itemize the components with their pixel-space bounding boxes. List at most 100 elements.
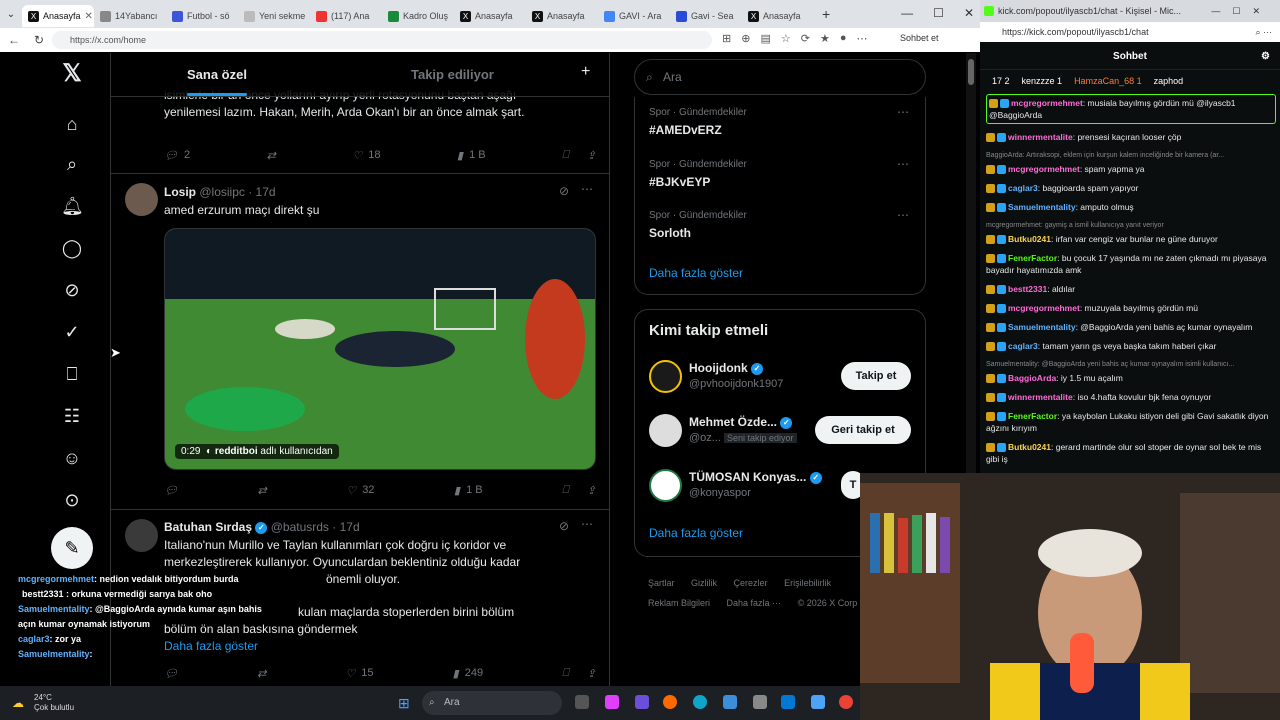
chat-message[interactable]: FenerFactor: ya kaybolan Lukaku istiyon … <box>986 410 1276 434</box>
trend-more-icon[interactable]: ⋯ <box>897 105 909 119</box>
chat-username[interactable]: winnermentalite <box>1008 392 1073 402</box>
tab[interactable]: X Anasayfa <box>454 5 526 27</box>
more-icon[interactable]: ⋯ <box>856 32 867 45</box>
url-field[interactable]: https://x.com/home <box>52 31 712 49</box>
chat-message[interactable]: caglar3: tamam yarın gs veya başka takım… <box>986 340 1276 352</box>
suggested-user-name[interactable]: Mehmet Özde... ✓ <box>689 415 793 429</box>
footer-link[interactable]: Erişilebilirlik <box>784 578 831 588</box>
share-icon[interactable]: ⇪ <box>587 484 596 497</box>
chat-message[interactable]: BaggioArda: iy 1.5 mu açalım <box>986 372 1276 384</box>
notifications-bell-icon[interactable]: 🔔︎ <box>61 195 84 217</box>
search-input[interactable]: ⌕ Ara <box>634 59 926 95</box>
trends-show-more[interactable]: Daha fazla göster <box>649 266 743 280</box>
chat-username[interactable]: mcgregormehmet <box>1008 303 1080 313</box>
trend-more-icon[interactable]: ⋯ <box>897 157 909 171</box>
chat-username[interactable]: caglar3 <box>1008 341 1038 351</box>
chat-username[interactable]: Butku0241 <box>1008 442 1051 452</box>
reply-action[interactable]: 💬︎ <box>164 665 178 681</box>
avatar[interactable] <box>649 469 682 502</box>
gifter-item[interactable]: zaphod <box>1154 76 1184 86</box>
chat-message[interactable]: Butku0241: gerard martinde olur sol stop… <box>986 441 1276 465</box>
add-feed-icon[interactable]: + <box>581 63 590 81</box>
post-video[interactable]: 0:29 ◐ redditboi adlı kullanıcıdan <box>164 228 596 470</box>
reader-icon[interactable]: ▤ <box>760 32 770 45</box>
close-window-icon[interactable]: ✕ <box>964 6 974 20</box>
tab-list-icon[interactable]: ⌄ <box>0 9 22 20</box>
read-aloud-icon[interactable]: ⊞ <box>722 32 731 45</box>
tab[interactable]: X Anasayfa ✕ <box>22 5 94 27</box>
repost-action[interactable]: ⇄ <box>258 482 267 498</box>
more-options-icon[interactable]: ⊙ <box>61 489 83 511</box>
chat-message[interactable]: winnermentalite: prensesi kaçıran looser… <box>986 131 1276 143</box>
weather-icon[interactable]: ☁ <box>12 696 24 710</box>
views-action[interactable]: ▮ 249 <box>453 665 483 681</box>
reply-action[interactable]: 💬︎ <box>164 482 178 498</box>
tab[interactable]: Kadro Oluş <box>382 5 454 27</box>
chat-message[interactable]: FenerFactor: bu çocuk 17 yaşında mı ne z… <box>986 252 1276 276</box>
window-controls[interactable]: —☐✕ <box>1211 0 1272 22</box>
share-icon[interactable]: ⇪ <box>587 667 596 680</box>
chat-reply-context[interactable]: BaggioArda: Artıraksopi, eklem için kurş… <box>986 150 1276 162</box>
repost-action[interactable]: ⇄ <box>257 665 266 681</box>
chat-username[interactable]: mcgregormehmet <box>1011 98 1083 108</box>
chat-message[interactable]: Butku0241: irfan var cengiz var bunlar n… <box>986 233 1276 245</box>
like-action[interactable]: ♡ 18 <box>352 147 380 163</box>
chat-username[interactable]: FenerFactor <box>1008 253 1057 263</box>
grok-icon[interactable]: ⊘ <box>559 519 569 533</box>
views-action[interactable]: ▮ 1 B <box>454 482 483 498</box>
chat-username[interactable]: Butku0241 <box>1008 234 1051 244</box>
footer-link[interactable]: Çerezler <box>734 578 768 588</box>
trend-name[interactable]: #BJKvEYP <box>649 175 710 189</box>
post-author[interactable]: Batuhan Sırdaş ✓ @batusrds · 17d <box>164 520 360 534</box>
chat-message-list[interactable]: mcgregormehmet: musiala bayılmış gördün … <box>986 94 1276 478</box>
trend-name[interactable]: Sorloth <box>649 226 691 240</box>
chat-username[interactable]: Samuelmentality <box>1008 202 1076 212</box>
tab-for-you[interactable]: Sana özel <box>187 67 247 96</box>
app-icon[interactable] <box>723 695 737 709</box>
chat-username[interactable]: FenerFactor <box>1008 411 1057 421</box>
tab[interactable]: X Anasayfa <box>742 5 814 27</box>
chat-username[interactable]: bestt2331 <box>1008 284 1047 294</box>
lists-icon[interactable]: ☷ <box>61 405 83 427</box>
chat-reply-context[interactable]: Samuelmentality: @BaggioArda yeni bahis … <box>986 359 1276 371</box>
share-icon[interactable]: ⇪ <box>587 149 596 162</box>
minimize-icon[interactable]: — <box>901 6 913 20</box>
zoom-icon[interactable]: ⊕ <box>741 32 750 45</box>
profile-icon[interactable]: ● <box>840 32 847 45</box>
tab-following[interactable]: Takip ediliyor <box>411 67 494 82</box>
post-more-icon[interactable]: ⋯ <box>581 517 593 531</box>
avatar[interactable] <box>649 360 682 393</box>
chat-message[interactable]: caglar3: baggioarda spam yapıyor <box>986 182 1276 194</box>
copilot-chat-button[interactable]: Sohbet et <box>900 33 939 43</box>
suggested-user-name[interactable]: TÜMOSAN Konyas... ✓ <box>689 470 822 484</box>
new-tab-icon[interactable]: + <box>822 6 830 22</box>
windows-start-icon[interactable]: ⊞ <box>398 695 410 712</box>
taskbar-search[interactable]: ⌕ Ara <box>422 691 562 715</box>
favorite-star-icon[interactable]: ☆ <box>781 32 791 45</box>
like-action[interactable]: ♡ 32 <box>346 482 374 498</box>
tab[interactable]: X Anasayfa <box>526 5 598 27</box>
post-more-icon[interactable]: ⋯ <box>581 182 593 196</box>
edge-icon[interactable] <box>693 695 707 709</box>
chat-message[interactable]: winnermentalite: iso 4.hafta kovulur bjk… <box>986 391 1276 403</box>
chat-message[interactable]: Samuelmentality: amputo olmuş <box>986 201 1276 213</box>
chat-username[interactable]: Samuelmentality <box>1008 322 1076 332</box>
chat-username[interactable]: BaggioArda <box>1008 373 1056 383</box>
close-tab-icon[interactable]: ✕ <box>85 11 93 22</box>
teams-icon[interactable] <box>635 695 649 709</box>
copilot-icon[interactable] <box>605 695 619 709</box>
footer-link[interactable]: Reklam Bilgileri <box>648 598 710 608</box>
chat-username[interactable]: mcgregormehmet <box>1008 164 1080 174</box>
x-logo-icon[interactable]: 𝕏 <box>61 62 83 86</box>
chat-username[interactable]: caglar3 <box>1008 183 1038 193</box>
avatar[interactable] <box>125 519 158 552</box>
app-icon[interactable] <box>811 695 825 709</box>
tab[interactable]: (117) Ana <box>310 5 382 27</box>
firefox-icon[interactable] <box>663 695 677 709</box>
trend-more-icon[interactable]: ⋯ <box>897 208 909 222</box>
favorites-icon[interactable]: ★ <box>820 32 830 45</box>
verified-orgs-icon[interactable]: ✓ <box>61 321 83 343</box>
gifter-item[interactable]: kenzzze 1 <box>1022 76 1063 86</box>
bookmark-action[interactable]: ⎕ ⇪ <box>562 147 596 163</box>
footer-link[interactable]: Daha fazla ··· <box>727 598 782 608</box>
